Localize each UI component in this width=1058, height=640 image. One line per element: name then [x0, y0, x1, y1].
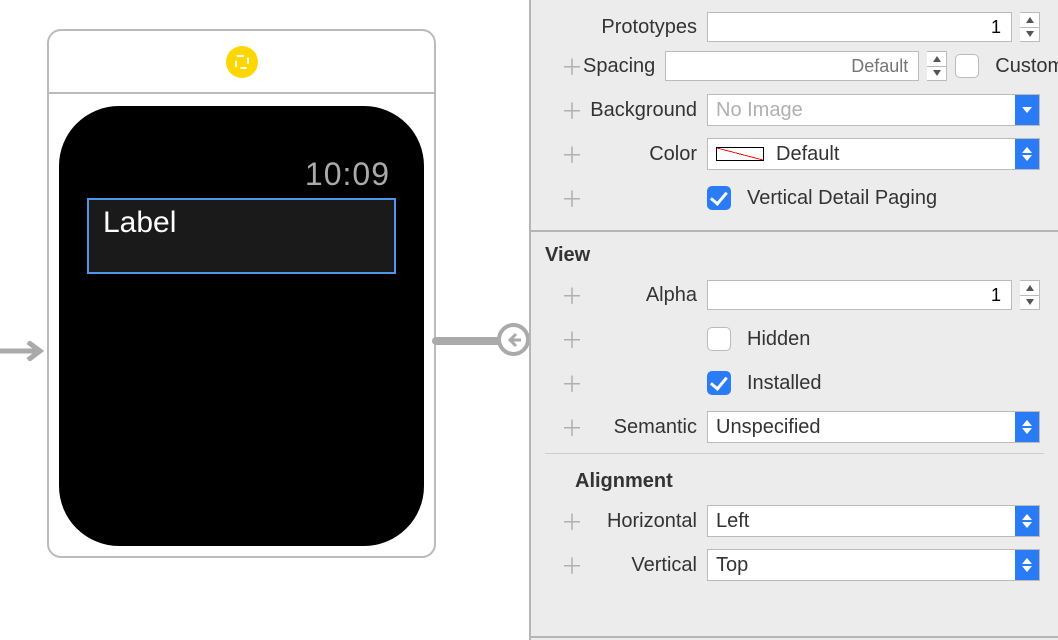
watch-body: 10:09 Label [59, 106, 424, 546]
add-variation-installed-button[interactable]: ＋ [561, 367, 583, 399]
color-popup[interactable]: Default [707, 138, 1040, 170]
semantic-popup[interactable]: Unspecified [707, 411, 1040, 443]
chevron-down-icon [1015, 95, 1039, 125]
add-variation-halign-button[interactable]: ＋ [561, 505, 583, 537]
spacing-custom-label: Custom [995, 55, 1058, 78]
watch-screen: 10:09 Label [89, 156, 394, 496]
segue-line [432, 337, 504, 345]
alignment-subsection-header: Alignment [531, 458, 1058, 499]
storyboard-canvas: 10:09 Label [0, 0, 530, 640]
vertical-detail-paging-checkbox[interactable] [707, 186, 731, 210]
label-text: Label [103, 206, 380, 240]
watch-time-label: 10:09 [305, 156, 390, 193]
chevron-updown-icon [1015, 412, 1039, 442]
hidden-label: Hidden [747, 328, 810, 351]
halign-label: Horizontal [583, 510, 707, 533]
add-variation-valign-button[interactable]: ＋ [561, 549, 583, 581]
spacing-stepper[interactable] [927, 51, 947, 81]
view-section-header: View [531, 232, 1058, 273]
segue-entry-icon[interactable] [497, 323, 530, 356]
add-variation-alpha-button[interactable]: ＋ [561, 279, 583, 311]
background-popup[interactable]: No Image [707, 94, 1040, 126]
spacing-input[interactable] [665, 51, 919, 81]
installed-checkbox[interactable] [707, 371, 731, 395]
halign-value: Left [716, 510, 749, 533]
add-variation-vdp-button[interactable]: ＋ [561, 182, 583, 214]
background-label: Background [583, 99, 707, 122]
spacing-custom-checkbox[interactable] [955, 54, 979, 78]
add-variation-spacing-button[interactable]: ＋ [561, 50, 583, 82]
alpha-stepper[interactable] [1020, 280, 1040, 310]
add-variation-background-button[interactable]: ＋ [561, 94, 583, 126]
semantic-value: Unspecified [716, 416, 821, 439]
color-label: Color [583, 143, 707, 166]
chip-icon [226, 46, 258, 78]
add-variation-semantic-button[interactable]: ＋ [561, 411, 583, 443]
prototypes-input[interactable] [707, 12, 1012, 42]
color-value: Default [776, 143, 839, 166]
color-well[interactable] [712, 143, 768, 165]
vertical-alignment-popup[interactable]: Top [707, 549, 1040, 581]
horizontal-alignment-popup[interactable]: Left [707, 505, 1040, 537]
chevron-updown-icon [1015, 139, 1039, 169]
vertical-detail-paging-label: Vertical Detail Paging [747, 187, 937, 210]
watch-scene-frame[interactable]: 10:09 Label [47, 29, 436, 558]
hidden-checkbox[interactable] [707, 327, 731, 351]
segue-arrow-icon [0, 341, 46, 361]
watch-scene-titlebar[interactable] [49, 31, 434, 94]
valign-label: Vertical [583, 554, 707, 577]
attributes-inspector: Prototypes ＋ Spacing Custom ＋ Background [529, 0, 1058, 640]
prototypes-stepper[interactable] [1020, 12, 1040, 42]
prototypes-label: Prototypes [583, 16, 707, 39]
add-variation-color-button[interactable]: ＋ [561, 138, 583, 170]
valign-value: Top [716, 554, 748, 577]
chevron-updown-icon [1015, 506, 1039, 536]
selected-label-element[interactable]: Label [89, 200, 394, 272]
semantic-label: Semantic [583, 416, 707, 439]
alpha-label: Alpha [583, 284, 707, 307]
background-value: No Image [716, 99, 803, 122]
chevron-updown-icon [1015, 550, 1039, 580]
spacing-label: Spacing [583, 55, 665, 78]
alpha-input[interactable] [707, 280, 1012, 310]
add-variation-hidden-button[interactable]: ＋ [561, 323, 583, 355]
installed-label: Installed [747, 372, 822, 395]
